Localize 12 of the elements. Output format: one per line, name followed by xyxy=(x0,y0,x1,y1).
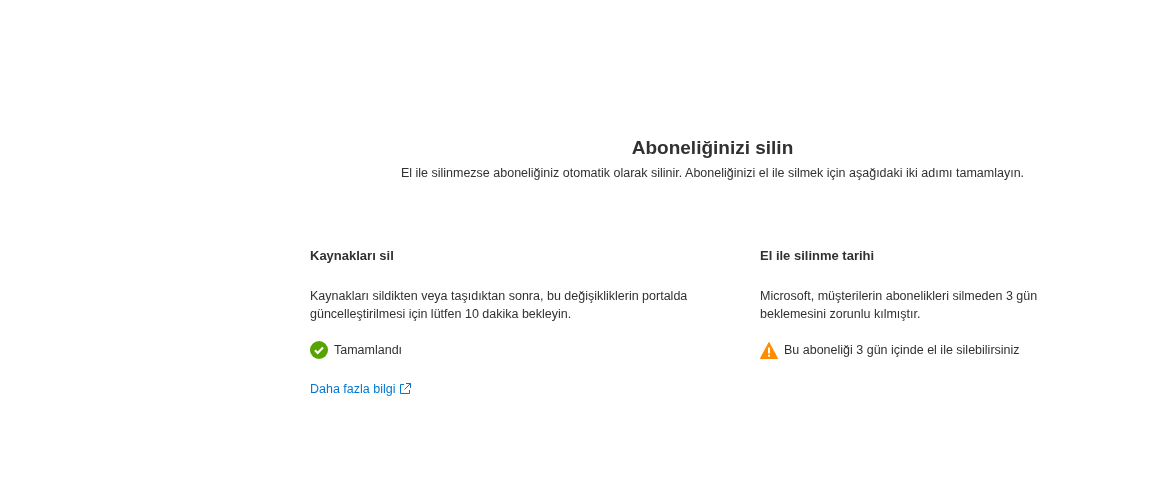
learn-more-link[interactable]: Daha fazla bilgi xyxy=(310,379,396,399)
page-subtitle: El ile silinmezse aboneliğiniz otomatik olarak silinir. Aboneliğinizi el ile silmek için aşağıdaki iki adımı tamamlayın. xyxy=(400,165,1025,182)
section-description: Kaynakları sildikten veya taşıdıktan sonra, bu değişikliklerin portalda güncelleştirilmesi için lütfen 10 dakika bekleyin. xyxy=(310,287,689,323)
checkmark-icon xyxy=(310,341,328,360)
section-description: Microsoft, müşterilerin abonelikleri silmeden 3 gün beklemesini zorunlu kılmıştır. xyxy=(760,287,1039,323)
external-link-icon xyxy=(399,382,412,395)
section-heading: El ile silinme tarihi xyxy=(760,246,876,265)
page-title: Aboneliğinizi silin xyxy=(631,136,794,160)
status-text: Tamamlandı xyxy=(334,341,403,359)
warning-icon xyxy=(760,341,778,359)
section-heading: Kaynakları sil xyxy=(310,246,395,265)
status-text: Bu aboneliği 3 gün içinde el ile silebilirsiniz xyxy=(784,341,1020,359)
